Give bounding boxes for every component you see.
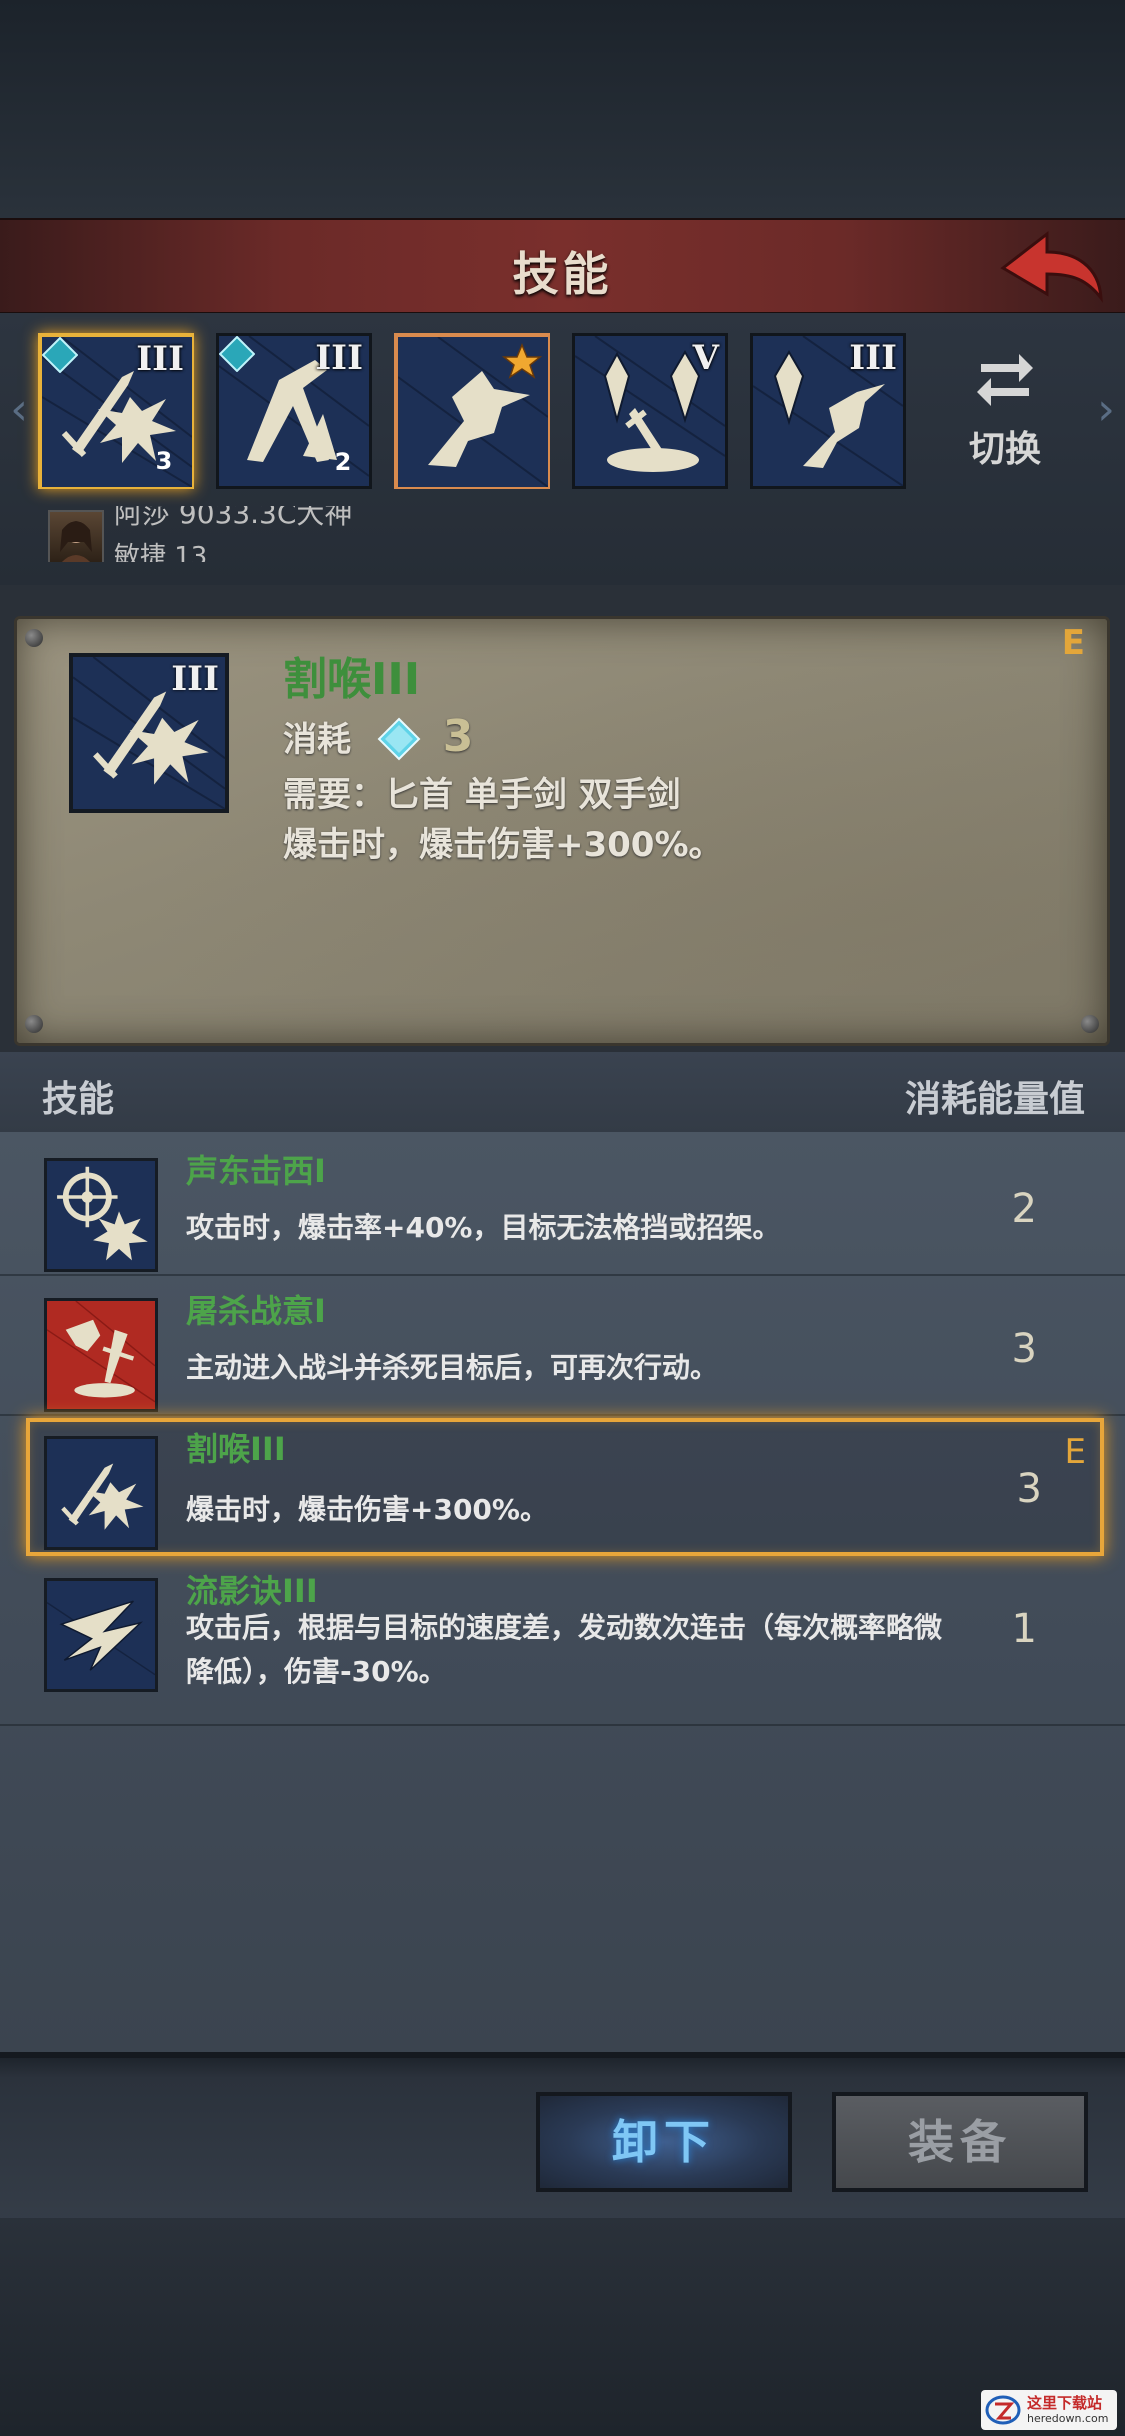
row-skill-desc: 攻击后，根据与目标的速度差，发动数次连击（每次概率略微降低），伤害-30%。 <box>186 1611 943 1688</box>
fallen-sword-icon <box>46 1300 156 1409</box>
list-item-selected[interactable]: 割喉III 爆击时，爆击伤害+300%。 3 E <box>26 1418 1104 1556</box>
skill-list-header: 技能 消耗能量值 <box>0 1052 1125 1132</box>
row-skill-tier: E <box>1064 1432 1086 1472</box>
list-item[interactable]: 屠杀战意I 主动进入战斗并杀死目标后，可再次行动。 3 <box>0 1276 1125 1416</box>
site-logo-icon <box>985 2395 1021 2425</box>
detail-level: III <box>171 659 219 699</box>
energy-gem-icon <box>377 717 421 761</box>
character-info: 阿莎 9033.3C大神 敏捷 13 <box>48 506 648 562</box>
slot-2-badge: 2 <box>334 448 352 476</box>
slot-2-badge-icon <box>219 336 255 372</box>
row-skill-desc: 爆击时，爆击伤害+300%。 <box>186 1493 548 1526</box>
back-arrow-icon[interactable] <box>995 228 1105 306</box>
crosshair-burst-icon <box>47 1161 155 1269</box>
detail-tier: E <box>1061 623 1085 663</box>
watermark: 这里下载站 heredown.com <box>981 2390 1117 2430</box>
slot-2-level: III <box>315 338 363 378</box>
cost-label: 消耗 <box>283 720 351 760</box>
rivet <box>25 1015 43 1033</box>
slot-5-level: III <box>849 338 897 378</box>
dash-strike-icon <box>398 337 548 487</box>
scroll-left-icon[interactable]: ‹ <box>4 385 34 435</box>
watermark-title: 这里下载站 <box>1027 2394 1103 2412</box>
skill-list: 声东击西I 攻击时，爆击率+40%，目标无法格挡或招架。 2 屠杀战意I 主动进… <box>0 1132 1125 2052</box>
bottom-background: 这里下载站 heredown.com <box>0 2218 1125 2436</box>
row-skill-name: 割喉III <box>186 1430 286 1468</box>
skill-slot-2[interactable]: III 2 <box>216 333 372 489</box>
row-skill-name: 声东击西I <box>186 1152 326 1190</box>
detail-cost-line: 消耗 3 <box>283 711 473 762</box>
skill-slot-1[interactable]: III 3 <box>38 333 194 489</box>
row-skill-cost: 3 <box>1016 1466 1042 1512</box>
slot-4-level: V <box>692 338 719 378</box>
row-skill-cost: 1 <box>1011 1606 1037 1652</box>
top-background <box>0 0 1125 218</box>
slot-1-badge-icon <box>42 337 78 373</box>
title-bar: 技能 <box>0 218 1125 315</box>
character-name: 阿莎 9033.3C大神 <box>114 506 353 530</box>
slot-1-badge: 3 <box>155 447 173 475</box>
row-skill-icon <box>44 1298 158 1412</box>
equip-button[interactable]: 装备 <box>832 2092 1088 2192</box>
switch-button[interactable]: 切换 <box>955 350 1055 480</box>
throat-slash-icon <box>47 1439 155 1547</box>
cost-value: 3 <box>442 711 474 762</box>
character-stat: 敏捷 13 <box>114 542 208 562</box>
row-skill-desc: 攻击时，爆击率+40%，目标无法格挡或招架。 <box>186 1211 781 1244</box>
row-skill-cost: 2 <box>1011 1186 1037 1232</box>
rivet <box>25 629 43 647</box>
avatar <box>48 510 104 562</box>
row-skill-name: 屠杀战意I <box>186 1292 326 1330</box>
skill-slot-5[interactable]: III <box>750 333 906 489</box>
scroll-right-icon[interactable]: › <box>1091 385 1121 435</box>
detail-requirement: 需要：匕首 单手剑 双手剑 <box>283 775 681 815</box>
detail-effect: 爆击时，爆击伤害+300%。 <box>283 825 723 865</box>
list-item[interactable]: 流影诀III 攻击后，根据与目标的速度差，发动数次连击（每次概率略微降低），伤害… <box>0 1556 1125 1726</box>
swap-arrows-icon <box>977 354 1033 406</box>
header-skill-label: 技能 <box>42 1079 115 1120</box>
unequip-button[interactable]: 卸下 <box>536 2092 792 2192</box>
slot-1-level: III <box>136 339 184 379</box>
rivet <box>1081 1015 1099 1033</box>
header-cost-label: 消耗能量值 <box>904 1079 1085 1120</box>
shadow-flow-icon <box>46 1581 156 1689</box>
list-item[interactable]: 声东击西I 攻击时，爆击率+40%，目标无法格挡或招架。 2 <box>0 1136 1125 1276</box>
row-skill-desc: 主动进入战斗并杀死目标后，可再次行动。 <box>186 1351 719 1384</box>
skill-slot-4[interactable]: V <box>572 333 728 489</box>
skill-detail-panel: E III 割喉III 消耗 3 需要：匕首 单手剑 双手剑 爆击时，爆击伤害+… <box>14 616 1110 1046</box>
detail-skill-name: 割喉III <box>283 654 421 705</box>
skill-slot-3[interactable] <box>394 333 550 489</box>
action-footer: 卸下 装备 <box>0 2052 1125 2224</box>
row-skill-icon <box>44 1158 158 1272</box>
switch-label: 切换 <box>968 429 1041 470</box>
row-skill-cost: 3 <box>1011 1326 1037 1372</box>
page-title: 技能 <box>512 247 613 301</box>
row-skill-icon <box>44 1578 158 1692</box>
watermark-url: heredown.com <box>1027 2412 1109 2425</box>
detail-skill-icon: III <box>69 653 229 813</box>
row-skill-icon <box>44 1436 158 1550</box>
